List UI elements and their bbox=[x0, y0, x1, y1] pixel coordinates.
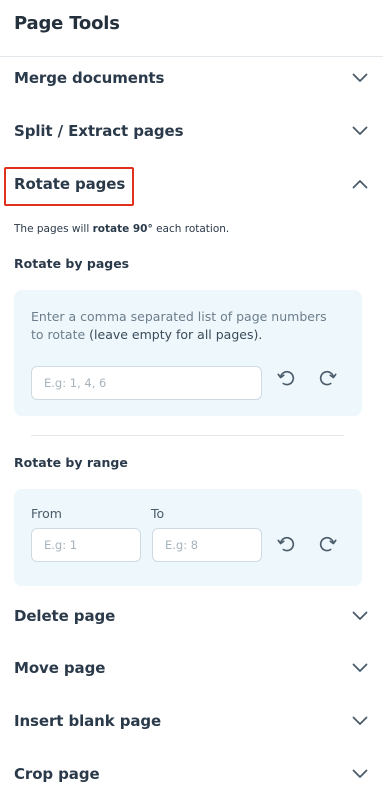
chevron-down-icon bbox=[351, 765, 369, 783]
range-rotate-left-button[interactable] bbox=[274, 533, 300, 559]
rotate-by-pages-heading: Rotate by pages bbox=[14, 256, 130, 271]
chevron-down-icon bbox=[351, 122, 369, 140]
note-prefix: The pages will bbox=[14, 223, 93, 235]
to-label: To bbox=[151, 506, 165, 521]
rotate-right-button[interactable] bbox=[314, 367, 340, 393]
chevron-down-icon bbox=[351, 659, 369, 677]
note-suffix: each rotation. bbox=[152, 223, 230, 235]
section-insert-blank-page[interactable]: Insert blank page bbox=[0, 706, 383, 736]
section-rotate-label: Rotate pages bbox=[14, 175, 126, 193]
section-divider bbox=[31, 435, 344, 436]
panel-title: Page Tools bbox=[14, 13, 120, 34]
section-rotate-pages[interactable]: Rotate pages bbox=[0, 169, 383, 199]
range-to-input[interactable] bbox=[152, 528, 262, 562]
range-rotate-right-button[interactable] bbox=[314, 533, 340, 559]
rotate-ccw-icon bbox=[276, 533, 298, 559]
section-split-label: Split / Extract pages bbox=[14, 122, 184, 140]
page-tools-panel: Page Tools Merge documents Split / Extra… bbox=[0, 0, 383, 795]
title-divider bbox=[0, 56, 383, 57]
section-delete-label: Delete page bbox=[14, 607, 116, 625]
section-merge-label: Merge documents bbox=[14, 69, 165, 87]
section-move-page[interactable]: Move page bbox=[0, 653, 383, 683]
chevron-down-icon bbox=[351, 607, 369, 625]
chevron-down-icon bbox=[351, 712, 369, 730]
section-crop-page[interactable]: Crop page bbox=[0, 759, 383, 789]
rotate-left-button[interactable] bbox=[274, 367, 300, 393]
rotation-note: The pages will rotate 90° each rotation. bbox=[14, 223, 229, 235]
rotate-cw-icon bbox=[316, 533, 338, 559]
rotate-by-pages-description: Enter a comma separated list of page num… bbox=[31, 308, 331, 344]
from-label: From bbox=[31, 506, 62, 521]
note-bold: rotate 90° bbox=[92, 223, 153, 235]
rotate-cw-icon bbox=[316, 367, 338, 393]
range-from-input[interactable] bbox=[31, 528, 141, 562]
section-merge-documents[interactable]: Merge documents bbox=[0, 63, 383, 93]
rotate-by-range-card: From To bbox=[14, 489, 362, 586]
section-delete-page[interactable]: Delete page bbox=[0, 601, 383, 631]
section-split-extract-pages[interactable]: Split / Extract pages bbox=[0, 116, 383, 146]
section-insert-label: Insert blank page bbox=[14, 712, 162, 730]
section-move-label: Move page bbox=[14, 659, 106, 677]
rotate-by-range-heading: Rotate by range bbox=[14, 455, 128, 470]
rotate-ccw-icon bbox=[276, 367, 298, 393]
section-crop-label: Crop page bbox=[14, 765, 100, 783]
chevron-up-icon bbox=[351, 175, 369, 193]
page-numbers-input[interactable] bbox=[31, 366, 262, 400]
rotate-by-pages-card: Enter a comma separated list of page num… bbox=[14, 290, 362, 416]
desc-part2: (leave empty for all pages). bbox=[89, 327, 263, 342]
chevron-down-icon bbox=[351, 69, 369, 87]
